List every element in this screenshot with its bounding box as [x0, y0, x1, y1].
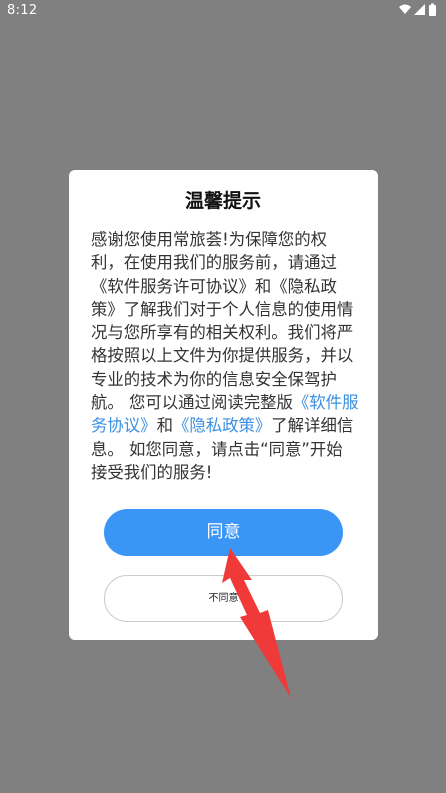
software-license-link-text: 《软件服务许可协议》	[91, 276, 255, 296]
body-intro: 感谢您使用常旅荟!为保障您的权利，在使用我们的服务前，请通过	[91, 230, 337, 273]
wifi-icon	[399, 4, 411, 14]
cell-signal-icon	[414, 4, 425, 15]
body-and-2: 和	[156, 416, 173, 436]
disagree-button[interactable]: 不同意	[104, 575, 343, 622]
privacy-policy-link[interactable]: 《隐私政策》	[173, 416, 271, 435]
status-bar: 8:12	[0, 0, 446, 22]
battery-icon	[429, 3, 436, 16]
status-time: 8:12	[7, 3, 38, 18]
status-icons	[399, 3, 436, 16]
agree-button[interactable]: 同意	[104, 509, 343, 556]
dialog-body: 感谢您使用常旅荟!为保障您的权利，在使用我们的服务前，请通过《软件服务许可协议》…	[91, 228, 359, 484]
dialog-title: 温馨提示	[184, 190, 261, 212]
body-and-1: 和	[254, 276, 272, 296]
